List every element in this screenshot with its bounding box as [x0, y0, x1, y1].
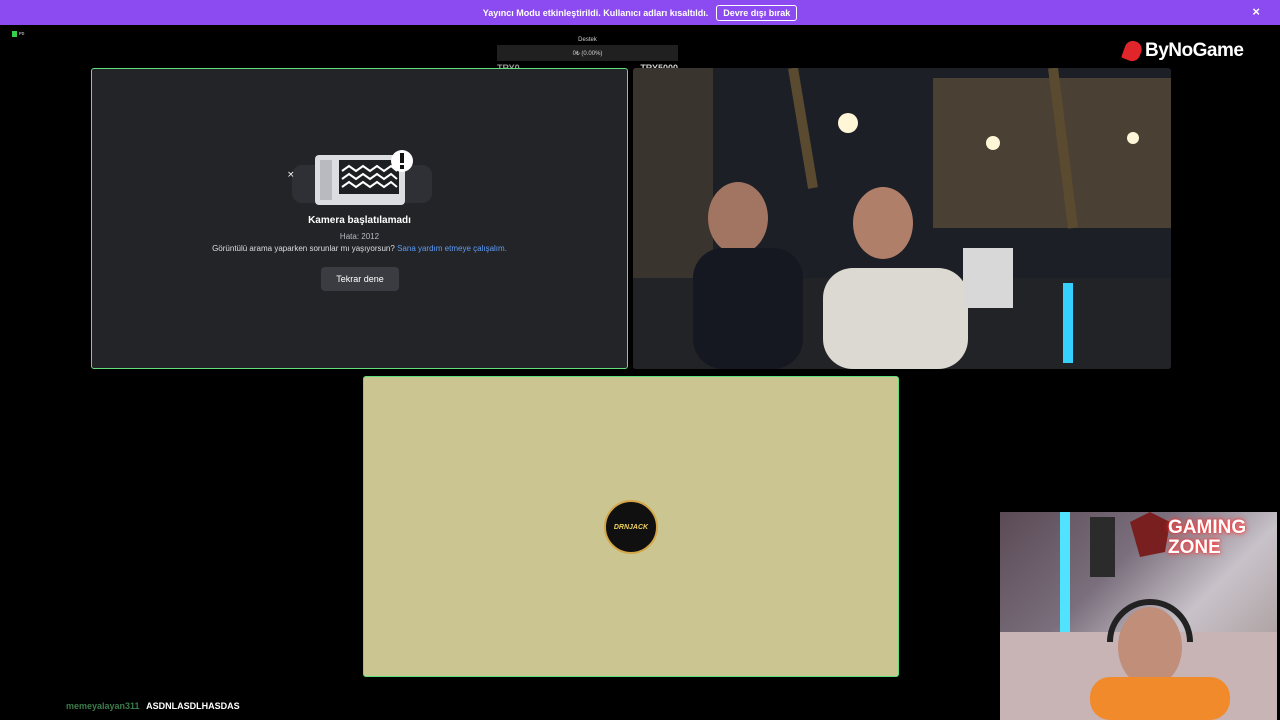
close-icon[interactable]: × — [1252, 5, 1260, 19]
neon-sign-line2: ZONE — [1168, 537, 1221, 558]
brand-name: ByNoGame — [1145, 40, 1244, 61]
camera-error-tile: × Kamera başlatılamadı Hata: 2012 Görünt… — [91, 68, 628, 369]
chat-username: memeyalayan311 — [66, 701, 140, 711]
chat-message: memeyalayan311 ASDNLASDLHASDAS — [66, 701, 240, 711]
error-help-text: Görüntülü arama yaparken sorunlar mı yaş… — [212, 244, 395, 253]
bynogame-logo-icon — [1121, 38, 1144, 64]
error-code: Hata: 2012 — [339, 232, 380, 241]
chat-text: ASDNLASDLHASDAS — [146, 701, 240, 711]
streamer-mode-banner: Yayıncı Modu etkinleştirildi. Kullanıcı … — [0, 0, 1280, 25]
live-indicator: ᴘᴅ — [12, 31, 24, 37]
avatar: DRNJACK — [604, 500, 658, 554]
error-help: Görüntülü arama yaparken sorunlar mı yaş… — [92, 244, 627, 253]
webcam-video-frame — [633, 68, 1171, 369]
goal-title: Destek — [578, 37, 597, 43]
error-title: Kamera başlatılamadı — [308, 215, 411, 226]
brand-logo: ByNoGame — [1121, 38, 1244, 64]
help-link[interactable]: Sana yardım etmeye çalışalım. — [397, 244, 507, 253]
live-indicator-text: ᴘᴅ — [19, 31, 25, 37]
disable-streamer-mode-button[interactable]: Devre dışı bırak — [716, 4, 798, 21]
video-tile-avatar[interactable]: DRNJACK — [363, 376, 899, 677]
neon-sign-line1: GAMING — [1168, 517, 1247, 538]
status-icon — [12, 31, 17, 37]
banner-message: Yayıncı Modu etkinleştirildi. Kullanıcı … — [482, 7, 709, 18]
svg-text:×: × — [287, 170, 295, 180]
stream-view: Yayıncı Modu etkinleştirildi. Kullanıcı … — [0, 0, 1280, 720]
video-tile-webcam[interactable] — [633, 68, 1171, 369]
retry-button[interactable]: Tekrar dene — [321, 267, 399, 291]
facecam-overlay: GAMING ZONE — [1000, 512, 1277, 720]
gaming-zone-sign: GAMING ZONE — [1168, 518, 1246, 558]
goal-progress-bar: 0₺ (0.00%) — [497, 45, 678, 61]
broken-camera-icon: × — [287, 150, 432, 205]
